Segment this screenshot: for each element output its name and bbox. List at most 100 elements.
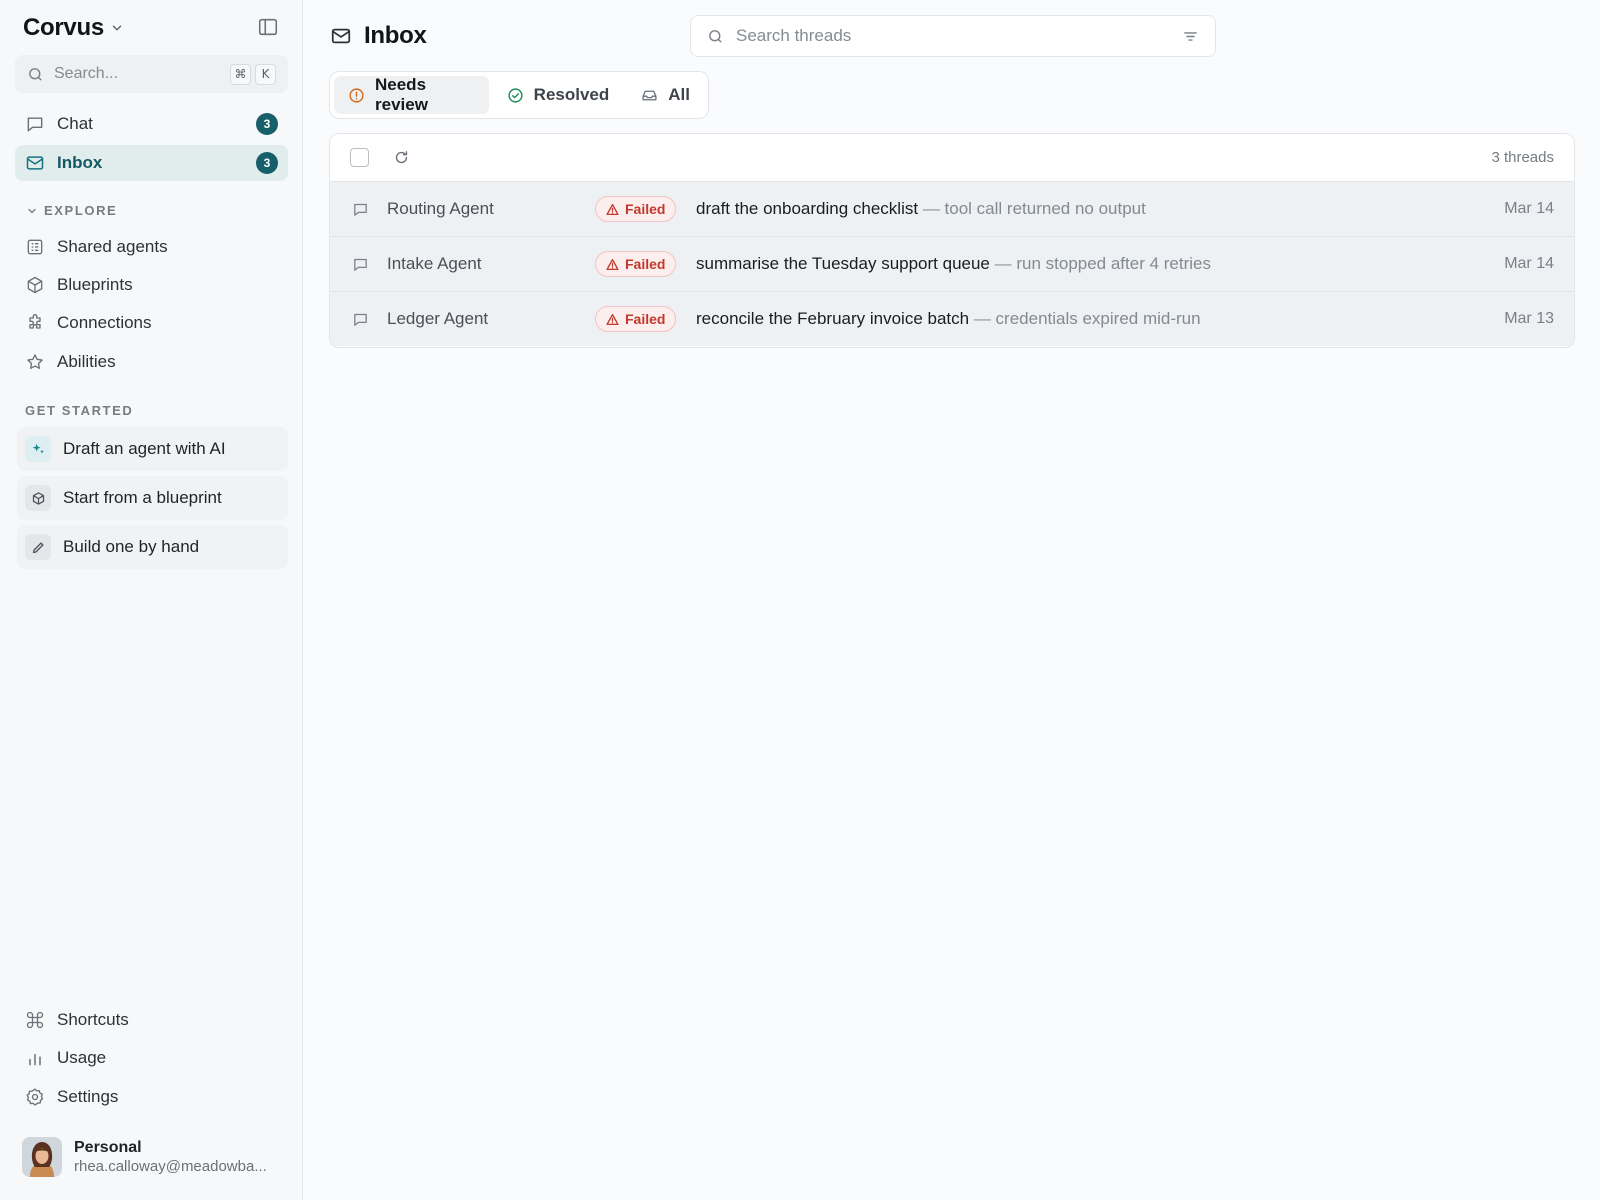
sidebar-item-label: Blueprints: [57, 275, 133, 294]
thread-subject: draft the onboarding checklist — tool ca…: [696, 199, 1146, 219]
tab-label: Needs review: [375, 75, 428, 114]
sidebar-item-label: Connections: [57, 313, 152, 332]
bar-chart-icon: [25, 1048, 45, 1068]
sidebar-item-inbox[interactable]: Inbox 3: [15, 145, 288, 181]
thread-agent: Intake Agent: [387, 254, 482, 273]
warning-icon: [606, 313, 619, 326]
kbd-command: ⌘: [230, 63, 251, 85]
cube-icon: [25, 275, 45, 295]
thread-date: Mar 14: [1504, 255, 1554, 272]
table-row[interactable]: Intake Agent Failed summarise the Tuesda…: [330, 236, 1574, 291]
sidebar-search[interactable]: Search... ⌘ K: [15, 55, 288, 93]
sidebar-item-shortcuts[interactable]: Shortcuts: [15, 1002, 288, 1038]
filter-icon[interactable]: [1182, 28, 1199, 45]
sidebar-item-blueprints[interactable]: Blueprints: [15, 267, 288, 303]
mail-icon: [330, 25, 352, 47]
chat-icon: [352, 256, 369, 273]
get-started-section-title: GET STARTED: [25, 403, 134, 418]
sidebar-item-label: Settings: [57, 1087, 119, 1106]
thread-search-input[interactable]: Search threads: [690, 15, 1216, 57]
tab-label: Resolved: [533, 85, 610, 104]
sidebar-item-chat[interactable]: Chat 3: [15, 106, 288, 142]
tray-icon: [641, 87, 658, 104]
sidebar-toggle-icon[interactable]: [257, 16, 281, 40]
thread-title: draft the onboarding checklist: [696, 199, 919, 218]
sidebar-item-label: Shortcuts: [57, 1010, 129, 1029]
gear-icon: [25, 1087, 45, 1107]
thread-date: Mar 13: [1504, 310, 1554, 327]
brand-name: Corvus: [23, 14, 104, 41]
account-menu[interactable]: Personal rhea.calloway@meadowba...: [22, 1135, 280, 1179]
status-label: Failed: [625, 201, 666, 217]
tab-needs-review[interactable]: Needs review: [334, 75, 489, 114]
refresh-icon[interactable]: [393, 149, 410, 166]
status-badge: Failed: [595, 196, 677, 222]
chat-icon: [352, 201, 369, 218]
card-label: Build one by hand: [63, 537, 200, 556]
thread-search-placeholder: Search threads: [736, 26, 852, 45]
thread-subject: reconcile the February invoice batch — c…: [696, 309, 1201, 329]
inbox-count-badge: 3: [256, 152, 278, 174]
thread-agent: Ledger Agent: [387, 309, 489, 328]
chat-count-badge: 3: [256, 113, 278, 135]
table-row[interactable]: Ledger Agent Failed reconcile the Februa…: [330, 291, 1574, 346]
grid-list-icon: [25, 237, 45, 257]
page-title: Inbox: [364, 22, 427, 49]
tab-resolved[interactable]: Resolved: [493, 76, 624, 114]
thread-separator: —: [989, 254, 1017, 273]
thread-date: Mar 14: [1504, 200, 1554, 217]
sidebar-item-label: Inbox: [57, 153, 103, 172]
thread-detail: run stopped after 4 retries: [1016, 254, 1212, 273]
profile-name: Personal: [74, 1139, 142, 1156]
sidebar-item-settings[interactable]: Settings: [15, 1079, 288, 1115]
card-label: Draft an agent with AI: [63, 439, 226, 458]
thread-subject: summarise the Tuesday support queue — ru…: [696, 254, 1211, 274]
avatar: [22, 1137, 62, 1177]
sidebar-item-abilities[interactable]: Abilities: [15, 344, 288, 380]
thread-list: 3 threads Routing Agent Failed draft the…: [329, 133, 1575, 348]
inbox-tabs: Needs review Resolved All: [329, 71, 709, 119]
thread-title: summarise the Tuesday support queue: [696, 254, 990, 273]
status-badge: Failed: [595, 251, 677, 277]
page-header: Inbox: [330, 20, 427, 52]
search-icon: [707, 28, 724, 45]
cube-icon: [25, 485, 51, 511]
card-label: Start from a blueprint: [63, 488, 222, 507]
sidebar-item-connections[interactable]: Connections: [15, 305, 288, 341]
profile-text: Personal rhea.calloway@meadowba...: [74, 1138, 274, 1176]
chevron-down-icon: [110, 21, 124, 35]
search-icon: [27, 66, 44, 83]
sidebar-item-shared-agents[interactable]: Shared agents: [15, 229, 288, 265]
start-from-blueprint-button[interactable]: Start from a blueprint: [17, 476, 288, 520]
shortcut-hint: ⌘ K: [226, 63, 276, 85]
warning-icon: [606, 203, 619, 216]
tab-all[interactable]: All: [627, 76, 704, 114]
sidebar-item-label: Shared agents: [57, 237, 168, 256]
thread-detail: tool call returned no output: [944, 199, 1146, 218]
command-icon: [25, 1010, 45, 1030]
sidebar-item-label: Chat: [57, 114, 93, 133]
table-row[interactable]: Routing Agent Failed draft the onboardin…: [330, 181, 1574, 236]
chevron-down-icon: [26, 205, 38, 217]
draft-agent-with-ai-button[interactable]: Draft an agent with AI: [17, 427, 288, 471]
chat-icon: [25, 114, 45, 134]
status-label: Failed: [625, 311, 666, 327]
sidebar: Corvus Search... ⌘ K Chat 3 Inbox 3 EXPL…: [0, 0, 303, 1200]
thread-list-toolbar: 3 threads: [330, 134, 1574, 181]
puzzle-icon: [25, 313, 45, 333]
kbd-k: K: [255, 63, 276, 85]
workspace-switcher[interactable]: Corvus: [23, 14, 124, 42]
build-by-hand-button[interactable]: Build one by hand: [17, 525, 288, 569]
sidebar-item-label: Abilities: [57, 352, 116, 371]
warning-icon: [606, 258, 619, 271]
check-circle-icon: [507, 87, 524, 104]
mail-icon: [25, 153, 45, 173]
sidebar-item-usage[interactable]: Usage: [15, 1040, 288, 1076]
thread-detail: credentials expired mid-run: [995, 309, 1201, 328]
thread-title: reconcile the February invoice batch: [696, 309, 970, 328]
select-all-checkbox[interactable]: [350, 148, 369, 167]
star-icon: [25, 352, 45, 372]
status-badge: Failed: [595, 306, 677, 332]
thread-count: 3 threads: [1491, 149, 1554, 166]
explore-section-toggle[interactable]: EXPLORE: [26, 203, 117, 218]
